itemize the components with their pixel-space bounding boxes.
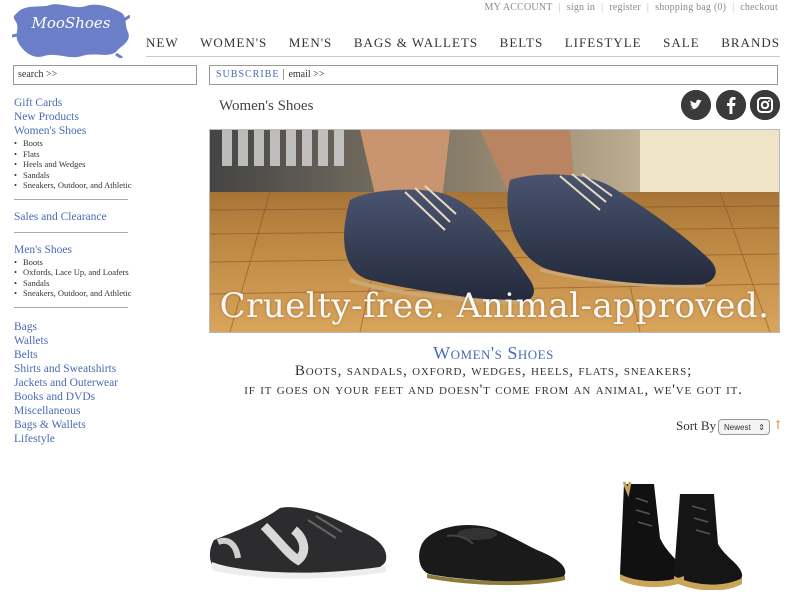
sidebar-jackets[interactable]: Jackets and Outerwear xyxy=(14,376,194,390)
section-title: Women's Shoes xyxy=(433,343,554,363)
sidebar-misc[interactable]: Miscellaneous xyxy=(14,404,194,418)
tagline-line-1: Boots, sandals, oxford, wedges, heels, f… xyxy=(294,363,693,379)
sidebar-men-boots[interactable]: Boots xyxy=(14,257,194,268)
instagram-icon[interactable] xyxy=(750,90,780,120)
register-link[interactable]: register xyxy=(609,2,641,13)
sort-label: Sort By xyxy=(676,418,717,433)
twitter-icon[interactable] xyxy=(681,90,711,120)
sidebar-women-sneakers[interactable]: Sneakers, Outdoor, and Athletic xyxy=(14,180,194,191)
sort-value: Newest xyxy=(724,423,751,432)
checkout-link[interactable]: checkout xyxy=(740,2,778,13)
nav-belts[interactable]: Belts xyxy=(500,35,544,51)
sidebar-bags-wallets[interactable]: Bags & Wallets xyxy=(14,418,194,432)
sidebar-women-sandals[interactable]: Sandals xyxy=(14,170,194,181)
sidebar-new-products[interactable]: New Products xyxy=(14,110,194,124)
sidebar-shirts[interactable]: Shirts and Sweatshirts xyxy=(14,362,194,376)
sidebar-divider xyxy=(14,306,128,308)
hero-caption: Cruelty-free. Animal-approved. xyxy=(219,286,770,326)
sidebar-womens-shoes[interactable]: Women's Shoes xyxy=(14,124,194,138)
sort-select[interactable]: Newest ⇕ xyxy=(718,419,770,435)
sidebar-men-oxfords[interactable]: Oxfords, Lace Up, and Loafers xyxy=(14,267,194,278)
sidebar-mens-shoes[interactable]: Men's Shoes xyxy=(14,243,194,257)
product-image-oxford[interactable] xyxy=(417,516,571,586)
page-title: Women's Shoes xyxy=(219,98,314,114)
sign-in-link[interactable]: sign in xyxy=(567,2,595,13)
sidebar-women-boots[interactable]: Boots xyxy=(14,138,194,149)
sidebar-bags[interactable]: Bags xyxy=(14,320,194,334)
tagline-line-2: if it goes on your feet and doesn't come… xyxy=(244,382,743,398)
sidebar-wallets[interactable]: Wallets xyxy=(14,334,194,348)
hero-banner[interactable]: Cruelty-free. Animal-approved. xyxy=(209,129,780,333)
shopping-bag-link[interactable]: shopping bag (0) xyxy=(655,2,726,13)
site-logo[interactable]: MooShoes xyxy=(12,2,130,58)
product-image-boot[interactable] xyxy=(614,478,748,590)
sidebar-men-sandals[interactable]: Sandals xyxy=(14,278,194,289)
chevron-updown-icon: ⇕ xyxy=(758,423,765,432)
nav-womens[interactable]: Women's xyxy=(200,35,267,51)
sort-direction-icon[interactable]: ↑ xyxy=(773,418,783,432)
my-account-link[interactable]: MY ACCOUNT xyxy=(485,2,553,13)
sidebar-women-heels[interactable]: Heels and Wedges xyxy=(14,159,194,170)
product-image-sneaker[interactable] xyxy=(208,500,390,580)
sidebar-belts[interactable]: Belts xyxy=(14,348,194,362)
sidebar-divider xyxy=(14,198,128,200)
subscribe-button[interactable]: SUBSCRIBE xyxy=(210,69,285,80)
search-input[interactable]: search >> xyxy=(13,65,197,85)
nav-lifestyle[interactable]: Lifestyle xyxy=(565,35,642,51)
sidebar-men-sneakers[interactable]: Sneakers, Outdoor, and Athletic xyxy=(14,288,194,299)
nav-sale[interactable]: Sale xyxy=(663,35,700,51)
nav-brands[interactable]: Brands xyxy=(721,35,780,51)
facebook-icon[interactable] xyxy=(716,90,746,120)
subscribe-bar: SUBSCRIBE email >> xyxy=(209,65,778,85)
nav-divider xyxy=(146,56,780,57)
sidebar-lifestyle[interactable]: Lifestyle xyxy=(14,432,194,446)
account-links: MY ACCOUNT | sign in | register | shopping bag… xyxy=(484,2,778,13)
sidebar-women-flats[interactable]: Flats xyxy=(14,149,194,160)
sidebar-sales[interactable]: Sales and Clearance xyxy=(14,210,194,224)
main-nav: New Women's Men's Bags & Wallets Belts L… xyxy=(146,35,780,51)
logo-text: MooShoes xyxy=(31,14,111,32)
sidebar: Gift Cards New Products Women's Shoes Bo… xyxy=(14,96,194,446)
sidebar-divider xyxy=(14,231,128,233)
nav-mens[interactable]: Men's xyxy=(289,35,332,51)
nav-new[interactable]: New xyxy=(146,35,179,51)
sidebar-gift-cards[interactable]: Gift Cards xyxy=(14,96,194,110)
email-input[interactable]: email >> xyxy=(284,69,324,80)
sidebar-books[interactable]: Books and DVDs xyxy=(14,390,194,404)
nav-bags-wallets[interactable]: Bags & Wallets xyxy=(354,35,478,51)
section-tagline: Boots, sandals, oxford, wedges, heels, f… xyxy=(209,362,778,400)
